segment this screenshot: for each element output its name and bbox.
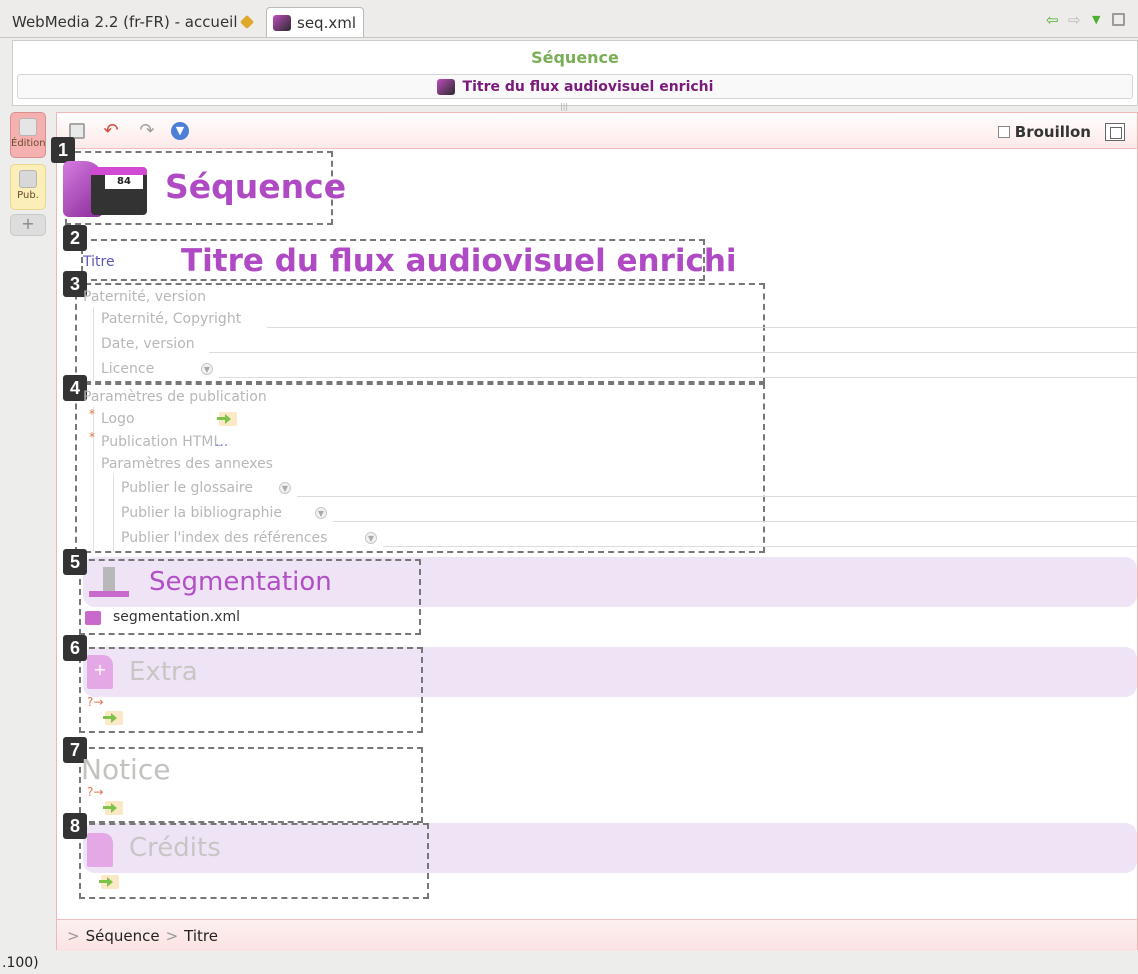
document-icon: + <box>87 655 113 689</box>
authorship-group-label: Paternité, version <box>83 289 207 305</box>
tab-file[interactable]: seq.xml <box>266 7 364 37</box>
publication-group-label: Paramètres de publication <box>83 389 267 405</box>
header-doc-title[interactable]: Titre du flux audiovisuel enrichi <box>17 74 1133 99</box>
document-content: 1 84 Séquence 2 Titre Titre du flux audi… <box>51 137 1137 919</box>
insert-logo-icon[interactable] <box>217 412 237 426</box>
extra-choice-icon[interactable]: ?→ <box>87 695 103 709</box>
breadcrumb-sep: > <box>67 926 80 945</box>
splitter-grip[interactable]: ||| <box>560 102 568 111</box>
date-field[interactable] <box>209 352 1137 353</box>
copyright-field[interactable] <box>267 327 1137 328</box>
segmentation-file-icon <box>85 611 101 625</box>
forward-arrow-icon[interactable]: ⇨ <box>1068 10 1081 30</box>
tab-file-label: seq.xml <box>297 13 356 32</box>
title-label: Titre <box>83 254 115 270</box>
step-badge-5: 5 <box>63 549 87 575</box>
tree-guide <box>93 307 94 381</box>
tab-home-label: WebMedia 2.2 (fr-FR) - accueil <box>12 13 238 31</box>
license-field[interactable] <box>219 377 1137 378</box>
header-type-title: Séquence <box>531 48 619 67</box>
logo-label: Logo <box>101 411 135 427</box>
html-publication-more[interactable]: ... <box>215 434 228 450</box>
biblio-label: Publier la bibliographie <box>121 505 282 521</box>
sequence-icon: 84 <box>61 153 149 223</box>
tab-publication-label: Pub. <box>17 190 39 201</box>
breadcrumb-sep: > <box>165 926 179 945</box>
status-bar: .100) <box>0 952 1138 974</box>
add-icon: + <box>21 214 35 233</box>
step-badge-8: 8 <box>63 813 87 839</box>
step-badge-2: 2 <box>63 225 87 251</box>
help-icon[interactable]: ▼ <box>171 122 189 140</box>
add-tab-button[interactable]: + <box>10 214 46 236</box>
glossary-dropdown[interactable]: ▼ <box>279 482 291 494</box>
editor-panel: ↶ ↷ ▼ Brouillon 1 84 Séquence 2 Titre Ti… <box>51 112 1138 951</box>
restore-icon[interactable] <box>1112 13 1125 26</box>
document-icon <box>87 833 113 867</box>
notice-title: Notice <box>81 753 171 786</box>
credits-insert-icon[interactable] <box>99 875 119 889</box>
side-tabs: Édition Pub. + <box>0 108 56 948</box>
html-publication-label: Publication HTML <box>101 434 222 450</box>
segmentation-title: Segmentation <box>149 567 332 597</box>
draft-checkbox[interactable] <box>997 126 1010 138</box>
back-arrow-icon[interactable]: ⇦ <box>1046 10 1059 30</box>
step-badge-6: 6 <box>63 635 87 661</box>
glossary-field[interactable] <box>297 496 1137 497</box>
notice-insert-icon[interactable] <box>103 801 123 815</box>
status-text: .100) <box>2 955 39 971</box>
title-value[interactable]: Titre du flux audiovisuel enrichi <box>181 243 737 279</box>
header-doc-title-text: Titre du flux audiovisuel enrichi <box>462 78 714 95</box>
date-label: Date, version <box>101 336 195 352</box>
extra-title: Extra <box>129 657 198 687</box>
undo-icon[interactable]: ↶ <box>101 121 121 141</box>
maximize-button[interactable] <box>1105 123 1125 141</box>
sequence-icon <box>436 78 455 95</box>
glossary-label: Publier le glossaire <box>121 480 253 496</box>
refs-label: Publier l'index des références <box>121 530 328 546</box>
draft-toggle[interactable]: Brouillon <box>997 123 1091 141</box>
credits-title: Crédits <box>129 833 221 863</box>
license-label: Licence <box>101 361 155 377</box>
breadcrumb: > Séquence > Titre <box>57 919 1137 951</box>
tree-guide <box>113 474 114 552</box>
biblio-field[interactable] <box>333 521 1137 522</box>
extra-insert-icon[interactable] <box>103 711 123 725</box>
segmentation-file-link[interactable]: segmentation.xml <box>113 609 240 625</box>
copyright-label: Paternité, Copyright <box>101 311 242 327</box>
document-header: Séquence Titre du flux audiovisuel enric… <box>12 40 1138 106</box>
tab-bar: WebMedia 2.2 (fr-FR) - accueil seq.xml ⇦… <box>0 0 1138 38</box>
tab-home[interactable]: WebMedia 2.2 (fr-FR) - accueil <box>6 7 264 37</box>
tree-guide <box>93 407 94 551</box>
annexes-label: Paramètres des annexes <box>101 456 273 472</box>
draft-label: Brouillon <box>1014 123 1091 141</box>
menu-down-icon[interactable]: ▼ <box>1092 10 1100 30</box>
tab-publication[interactable]: Pub. <box>10 164 46 210</box>
biblio-dropdown[interactable]: ▼ <box>315 507 327 519</box>
refs-field[interactable] <box>383 546 1137 547</box>
redo-icon[interactable]: ↷ <box>137 121 157 141</box>
tab-edition[interactable]: Édition <box>10 112 46 158</box>
type-heading: Séquence <box>165 167 347 206</box>
sequence-icon <box>273 14 291 31</box>
breadcrumb-item-title[interactable]: Titre <box>184 927 218 945</box>
notice-choice-icon[interactable]: ?→ <box>87 785 103 799</box>
clapper-number: 84 <box>105 175 143 189</box>
tab-edition-label: Édition <box>11 138 46 149</box>
refs-dropdown[interactable]: ▼ <box>365 532 377 544</box>
edit-icon <box>19 118 37 136</box>
publish-icon <box>19 170 37 188</box>
pencil-icon <box>239 14 254 30</box>
segmentation-icon <box>85 563 133 605</box>
breadcrumb-item-sequence[interactable]: Séquence <box>86 927 160 945</box>
license-dropdown[interactable]: ▼ <box>201 363 213 375</box>
editor-toolbar: ↶ ↷ ▼ Brouillon <box>57 113 1137 149</box>
